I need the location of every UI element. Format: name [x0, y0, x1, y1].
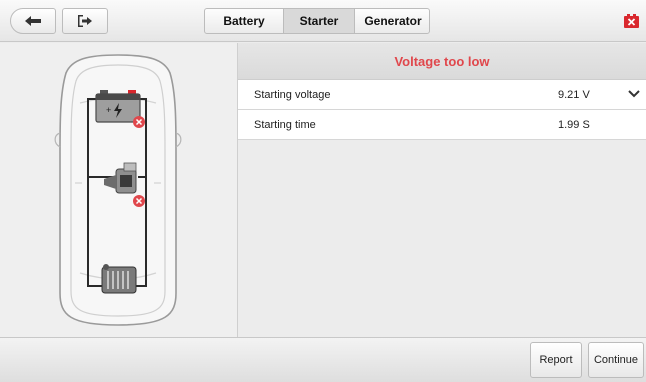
test-tabs: Battery Starter Generator	[204, 8, 430, 34]
close-button[interactable]	[624, 14, 639, 28]
generator-icon	[101, 264, 137, 294]
row-label: Starting time	[254, 119, 316, 131]
top-toolbar: Battery Starter Generator	[0, 0, 646, 42]
tab-starter[interactable]: Starter	[284, 9, 355, 33]
close-icon	[624, 14, 639, 28]
chevron-down-icon[interactable]	[628, 90, 640, 98]
svg-text:+: +	[106, 105, 111, 115]
report-button[interactable]: Report	[530, 342, 582, 378]
tab-battery[interactable]: Battery	[205, 9, 284, 33]
exit-icon	[78, 15, 92, 27]
continue-button[interactable]: Continue	[588, 342, 644, 378]
row-label: Starting voltage	[254, 89, 331, 101]
result-row-starting-voltage[interactable]: Starting voltage 9.21 V	[238, 80, 646, 110]
vehicle-diagram-panel: +	[0, 43, 238, 337]
tab-generator[interactable]: Generator	[355, 9, 429, 33]
row-value: 1.99 S	[558, 119, 590, 131]
battery-fault-icon	[133, 116, 145, 128]
bottom-action-bar: Report Continue	[0, 337, 646, 382]
test-result-panel: Voltage too low Starting voltage 9.21 V …	[238, 43, 646, 337]
row-value: 9.21 V	[558, 89, 590, 101]
starter-fault-icon	[133, 195, 145, 207]
vehicle-diagram: +	[54, 54, 182, 326]
arrow-left-icon	[25, 16, 41, 26]
back-button[interactable]	[10, 8, 56, 34]
exit-button[interactable]	[62, 8, 108, 34]
result-row-starting-time[interactable]: Starting time 1.99 S	[238, 110, 646, 140]
result-title: Voltage too low	[238, 43, 646, 80]
battery-icon: +	[95, 90, 141, 123]
